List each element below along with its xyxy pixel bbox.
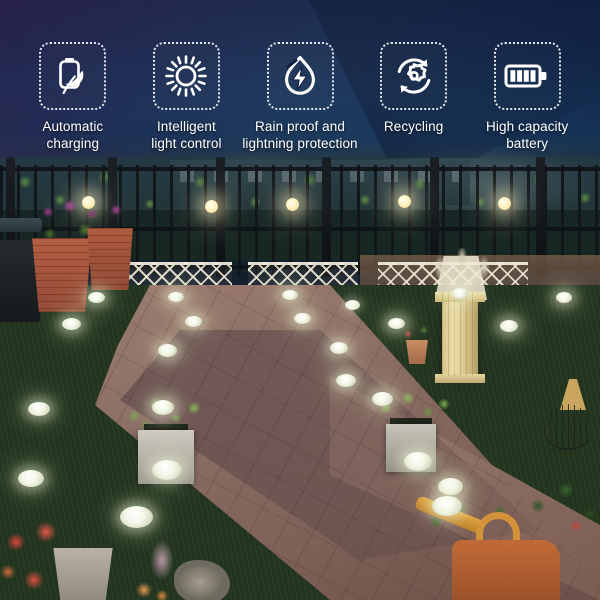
fence-post [216,157,225,277]
solar-ground-light [404,452,432,471]
solar-ground-light [152,400,174,415]
sun-icon [164,54,208,98]
lamp-globe [398,195,411,208]
feature-label: High capacity battery [486,119,569,152]
feature-item-high-capacity-battery[interactable]: High capacity battery [470,42,584,153]
feature-icon-box [266,42,334,110]
feature-icon-box [152,42,220,110]
feature-label: Automatic charging [42,119,104,152]
terracotta-planter [32,238,92,312]
solar-ground-light [62,318,81,330]
gear-recycle-icon [392,54,436,98]
product-feature-banner: Automatic charging Intelligent light con… [0,0,600,600]
feature-icon-box [39,42,107,110]
fence-post [322,157,331,277]
column-fluting [442,292,478,376]
feature-label: Intelligent light control [151,119,222,152]
battery-full-icon [504,61,550,91]
solar-ground-light [556,292,572,303]
feature-list: Automatic charging Intelligent light con… [0,0,600,158]
solar-ground-light [388,318,405,329]
fence-rail [0,167,600,171]
column-leaves [430,248,494,288]
birdcage-ornament [544,404,592,450]
feature-label: Rain proof and lightning protection [242,119,358,152]
foreground-orange-flower [130,574,174,600]
watering-can [452,540,560,600]
solar-ground-light [336,374,356,387]
battery-leaf-icon [52,54,94,98]
terracotta-planter [87,228,133,290]
solar-ground-light [28,402,50,416]
feature-icon-box [493,42,561,110]
solar-ground-light [438,478,463,495]
solar-ground-light [120,506,153,528]
foreground-shrub [520,470,600,540]
solar-ground-light [345,300,360,310]
feature-label: Recycling [383,119,444,134]
solar-ground-light [282,290,298,300]
solar-ground-light [330,342,348,354]
solar-ground-light [500,320,518,332]
solar-ground-light [294,313,311,324]
feature-icon-box [380,42,448,110]
solar-ground-light [88,292,105,303]
droplet-lightning-icon [279,54,321,98]
feature-item-automatic-charging[interactable]: Automatic charging [16,42,130,153]
feature-item-recycling[interactable]: Recycling [357,42,471,135]
feature-item-intelligent-light-control[interactable]: Intelligent light control [130,42,244,153]
feature-item-rain-proof-lightning-protection[interactable]: Rain proof and lightning protection [242,42,358,153]
lamp-globe [286,198,299,211]
solar-ground-light [18,470,44,487]
solar-ground-light [452,288,468,299]
solar-ground-light [432,496,462,516]
solar-ground-light [168,292,184,302]
lamp-globe [498,197,511,210]
lamp-globe [205,200,218,213]
solar-ground-light [158,344,177,357]
solar-ground-light [372,392,393,406]
solar-ground-light [152,460,182,480]
solar-ground-light [185,316,202,327]
